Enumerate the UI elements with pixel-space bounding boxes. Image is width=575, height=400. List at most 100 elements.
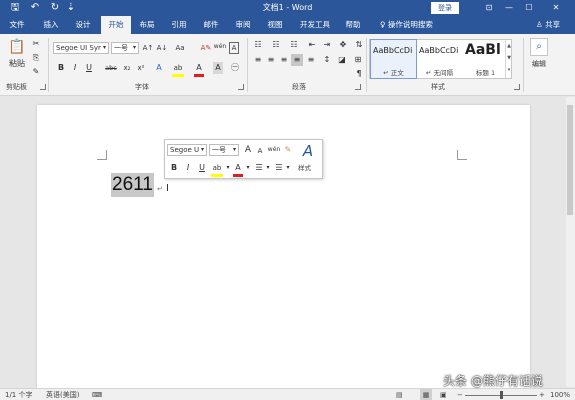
clear-formatting-button[interactable]: A✎: [200, 42, 212, 54]
paragraph-borders-icon[interactable]: ⊞: [352, 54, 364, 66]
multilevel-list-icon[interactable]: ☷: [288, 39, 300, 51]
grow-font-button[interactable]: A↑: [142, 42, 154, 54]
zoom-level[interactable]: 100%: [550, 389, 570, 400]
scrollbar-thumb[interactable]: [567, 105, 573, 215]
character-border-button[interactable]: A: [229, 42, 239, 54]
styles-launcher-icon[interactable]: [514, 84, 520, 90]
tab-design[interactable]: 设计: [70, 16, 96, 34]
character-shading-button[interactable]: A: [213, 62, 223, 74]
phonetic-guide-button[interactable]: wén: [213, 41, 227, 53]
align-left-icon[interactable]: ≡: [252, 54, 264, 66]
mini-highlight-button[interactable]: ab: [211, 162, 223, 177]
chinese-layout-icon[interactable]: ✥: [337, 39, 349, 51]
font-size-dropdown[interactable]: 一号 ▾: [111, 42, 139, 54]
macro-icon[interactable]: ⌨: [92, 389, 102, 400]
increase-indent-icon[interactable]: ⇥: [321, 39, 333, 51]
style-no-spacing[interactable]: AaBbCcDi ↵ 无间隔: [417, 40, 462, 78]
text-effects-button[interactable]: A: [153, 62, 165, 74]
more-icon[interactable]: ▾: [506, 64, 512, 76]
font-name-dropdown[interactable]: Segoe UI Syr ▾: [53, 42, 109, 54]
mini-bold-button[interactable]: B: [169, 162, 179, 174]
tell-me-search[interactable]: ♀ 操作说明搜索: [380, 16, 433, 34]
tab-mailings[interactable]: 邮件: [198, 16, 224, 34]
chevron-down-icon[interactable]: ▼: [506, 52, 512, 64]
word-count[interactable]: 1/1 个字: [5, 389, 33, 400]
mini-format-painter-icon[interactable]: ✎: [283, 144, 293, 156]
search-icon[interactable]: ⌕: [530, 38, 548, 56]
font-launcher-icon[interactable]: [238, 84, 244, 90]
mini-numbering-button[interactable]: ☰: [273, 162, 285, 174]
paste-icon[interactable]: 📋: [8, 38, 26, 56]
mini-font-name-dropdown[interactable]: Segoe U ▾: [167, 144, 207, 156]
copy-icon[interactable]: ⎘: [31, 52, 41, 64]
language-status[interactable]: 英语(美国): [46, 389, 79, 400]
ribbon-options-icon[interactable]: ⊡: [481, 0, 497, 16]
show-marks-icon[interactable]: ¶: [353, 68, 365, 80]
paste-label[interactable]: 粘贴: [6, 58, 28, 70]
mini-phonetic-button[interactable]: wén: [267, 144, 281, 156]
sort-icon[interactable]: ⇅: [353, 39, 365, 51]
zoom-out-icon[interactable]: −: [457, 389, 463, 400]
enclose-characters-button[interactable]: ㊀: [229, 62, 241, 74]
mini-font-color-button[interactable]: A: [233, 162, 243, 177]
read-mode-icon[interactable]: ▤: [396, 389, 403, 400]
mini-italic-button[interactable]: I: [183, 162, 193, 174]
tab-home[interactable]: 开始: [101, 16, 131, 34]
zoom-in-icon[interactable]: +: [539, 389, 545, 400]
tab-references[interactable]: 引用: [166, 16, 192, 34]
print-layout-icon[interactable]: ▦: [420, 389, 432, 400]
distributed-icon[interactable]: ≡: [305, 54, 317, 66]
superscript-button[interactable]: x²: [135, 62, 147, 74]
mini-styles-label[interactable]: 样式: [298, 162, 311, 172]
underline-button[interactable]: U: [84, 62, 94, 74]
mini-underline-button[interactable]: U: [197, 162, 207, 174]
styles-scroll[interactable]: ▲ ▼ ▾: [505, 40, 512, 78]
mini-shrink-font-button[interactable]: A: [255, 145, 265, 157]
italic-button[interactable]: I: [70, 62, 80, 74]
line-spacing-icon[interactable]: ↕: [321, 54, 333, 66]
tab-layout[interactable]: 布局: [134, 16, 160, 34]
paragraph-shading-icon[interactable]: ◪: [336, 54, 348, 66]
vertical-scrollbar[interactable]: [566, 97, 575, 387]
styles-icon[interactable]: A: [298, 142, 318, 160]
mini-bullets-button[interactable]: ☰: [253, 162, 265, 174]
chevron-down-icon[interactable]: ▾: [245, 162, 251, 174]
zoom-slider-thumb[interactable]: [500, 391, 503, 399]
share-button[interactable]: ♙ 共享: [536, 16, 560, 34]
minimize-button[interactable]: —: [501, 0, 517, 16]
change-case-button[interactable]: Aa: [172, 42, 188, 54]
justify-icon[interactable]: ≡: [291, 54, 303, 66]
tab-file[interactable]: 文件: [4, 16, 30, 34]
mini-grow-font-button[interactable]: A: [243, 144, 253, 156]
style-normal[interactable]: AaBbCcDi ↵ 正文: [370, 39, 417, 79]
mini-font-size-dropdown[interactable]: 一号 ▾: [209, 144, 239, 156]
tab-view[interactable]: 视图: [262, 16, 288, 34]
chevron-down-icon[interactable]: ▾: [225, 162, 231, 174]
bold-button[interactable]: B: [56, 62, 66, 74]
login-button[interactable]: 登录: [431, 2, 459, 14]
clipboard-launcher-icon[interactable]: [40, 84, 46, 90]
bullets-icon[interactable]: ☷: [252, 39, 264, 51]
chevron-down-icon[interactable]: ▾: [285, 162, 291, 174]
format-painter-icon[interactable]: ✎: [31, 66, 41, 78]
maximize-button[interactable]: ☐: [521, 0, 537, 16]
paragraph-launcher-icon[interactable]: [355, 84, 361, 90]
decrease-indent-icon[interactable]: ⇤: [306, 39, 318, 51]
subscript-button[interactable]: x₂: [121, 62, 133, 74]
cut-icon[interactable]: ✂: [31, 38, 41, 50]
web-layout-icon[interactable]: ▣: [440, 389, 447, 400]
editing-button[interactable]: 编辑: [528, 58, 550, 70]
chevron-up-icon[interactable]: ▲: [506, 40, 512, 52]
font-color-button[interactable]: A: [194, 62, 204, 77]
numbering-icon[interactable]: ☷: [270, 39, 282, 51]
style-heading-1[interactable]: AaBl 标题 1: [463, 40, 508, 78]
chevron-down-icon[interactable]: ▾: [265, 162, 271, 174]
align-right-icon[interactable]: ≡: [278, 54, 290, 66]
close-button[interactable]: ✕: [548, 0, 564, 16]
shrink-font-button[interactable]: A↓: [156, 42, 168, 54]
tab-review[interactable]: 审阅: [230, 16, 256, 34]
strikethrough-button[interactable]: abc: [104, 62, 118, 74]
tab-help[interactable]: 帮助: [340, 16, 366, 34]
align-center-icon[interactable]: ≡: [265, 54, 277, 66]
tab-developer[interactable]: 开发工具: [296, 16, 334, 34]
